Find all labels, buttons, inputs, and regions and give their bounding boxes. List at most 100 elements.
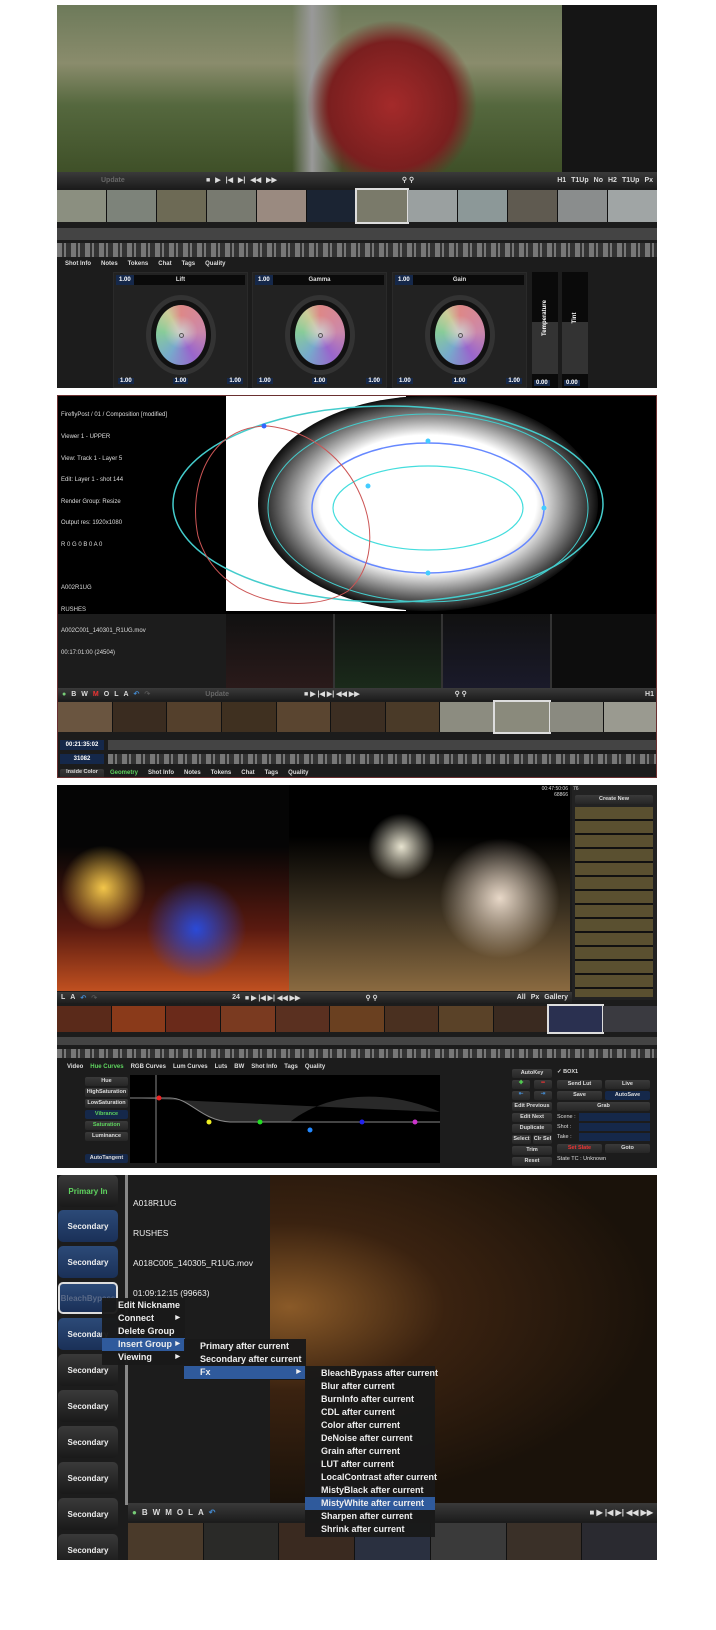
- undo-icon[interactable]: ↶: [80, 994, 86, 1002]
- tab-lum-curves[interactable]: Lum Curves: [173, 1064, 208, 1070]
- inside-color-button[interactable]: Inside Color: [60, 769, 104, 777]
- scene-input[interactable]: [579, 1113, 650, 1121]
- tab-rgb-curves[interactable]: RGB Curves: [131, 1064, 166, 1070]
- edit-next-button[interactable]: Edit Next: [512, 1113, 552, 1122]
- menu-fx-item[interactable]: Blur after current: [305, 1380, 435, 1393]
- o-button[interactable]: O: [104, 691, 109, 698]
- no-dropdown[interactable]: No: [594, 177, 603, 184]
- gain-r[interactable]: 1.00: [397, 378, 413, 384]
- key-left-button[interactable]: ⇤: [512, 1091, 530, 1100]
- menu-primary-after-current[interactable]: Primary after current: [184, 1340, 306, 1353]
- gamma-b[interactable]: 1.00: [366, 378, 382, 384]
- temperature-slider[interactable]: Temperature 0.00: [532, 272, 558, 388]
- a-button[interactable]: A: [198, 1508, 204, 1517]
- save-button[interactable]: Save: [557, 1091, 602, 1100]
- a-button[interactable]: A: [70, 994, 75, 1001]
- clear-selection-button[interactable]: Clr Sel: [533, 1135, 552, 1144]
- tab-tokens[interactable]: Tokens: [211, 770, 232, 776]
- set-slate-button[interactable]: Set Slate: [557, 1144, 602, 1153]
- gamma-r[interactable]: 1.00: [257, 378, 273, 384]
- timeline-scrubber[interactable]: [108, 740, 656, 750]
- curve-hue-button[interactable]: Hue: [85, 1077, 128, 1086]
- menu-fx-item[interactable]: BurnInfo after current: [305, 1393, 435, 1406]
- gain-b[interactable]: 1.00: [506, 378, 522, 384]
- group-primary-in[interactable]: Primary In: [58, 1175, 118, 1207]
- tab-shot-info[interactable]: Shot Info: [65, 261, 91, 267]
- next-button[interactable]: ▶|: [238, 176, 245, 184]
- o-button[interactable]: O: [177, 1508, 183, 1517]
- menu-fx-item[interactable]: Sharpen after current: [305, 1510, 435, 1523]
- m-button[interactable]: M: [93, 691, 99, 698]
- group-secondary[interactable]: Secondary: [58, 1390, 118, 1422]
- lift-master[interactable]: 1.00: [116, 275, 134, 285]
- m-button[interactable]: M: [165, 1508, 172, 1517]
- curve-luminance-button[interactable]: Luminance: [85, 1132, 128, 1141]
- group-secondary[interactable]: Secondary: [58, 1246, 118, 1278]
- a-button[interactable]: A: [123, 691, 128, 698]
- tab-tags[interactable]: Tags: [182, 261, 196, 267]
- menu-secondary-after-current[interactable]: Secondary after current: [184, 1353, 306, 1366]
- h1-dropdown[interactable]: H1: [557, 177, 566, 184]
- w-button[interactable]: W: [153, 1508, 161, 1517]
- tab-luts[interactable]: Luts: [215, 1064, 228, 1070]
- rewind-button[interactable]: ◀◀: [250, 176, 261, 184]
- hue-curve-editor[interactable]: [130, 1075, 440, 1163]
- curve-highsat-button[interactable]: HighSaturation: [85, 1088, 128, 1097]
- gain-master[interactable]: 1.00: [395, 275, 413, 285]
- t1up2-dropdown[interactable]: T1Up: [622, 177, 640, 184]
- select-button[interactable]: Select: [512, 1135, 531, 1144]
- menu-edit-nickname[interactable]: Edit Nickname: [102, 1299, 185, 1312]
- grade-tools-icon[interactable]: ⚲ ⚲: [402, 176, 414, 184]
- gamma-color-wheel[interactable]: [285, 295, 355, 375]
- tab-chat[interactable]: Chat: [158, 261, 171, 267]
- group-secondary[interactable]: Secondary: [58, 1498, 118, 1530]
- send-lut-button[interactable]: Send Lut: [557, 1080, 602, 1089]
- forward-button[interactable]: ▶▶: [266, 176, 277, 184]
- lift-g[interactable]: 1.00: [172, 378, 189, 384]
- lift-color-wheel[interactable]: [146, 295, 216, 375]
- px-dropdown[interactable]: Px: [531, 994, 540, 1001]
- grade-tools-icon[interactable]: ⚲ ⚲: [365, 994, 377, 1002]
- tab-quality[interactable]: Quality: [288, 770, 308, 776]
- menu-fx-item[interactable]: MistyBlack after current: [305, 1484, 435, 1497]
- filmstrip[interactable]: [58, 700, 656, 734]
- remove-key-button[interactable]: ━: [534, 1080, 552, 1089]
- shot-markers[interactable]: [108, 754, 656, 764]
- transport-controls[interactable]: ■ ▶ |◀ ▶| ◀◀ ▶▶: [590, 1508, 654, 1517]
- tab-quality[interactable]: Quality: [205, 261, 225, 267]
- prev-button[interactable]: |◀: [226, 176, 233, 184]
- undo-icon[interactable]: ↶: [134, 690, 140, 698]
- box-checkbox[interactable]: ✓ BOX1: [557, 1069, 578, 1075]
- autosave-button[interactable]: AutoSave: [605, 1091, 650, 1100]
- frame-number[interactable]: 24: [232, 994, 240, 1001]
- tab-tags[interactable]: Tags: [265, 770, 279, 776]
- l-button[interactable]: L: [114, 691, 118, 698]
- split-viewer[interactable]: 00:47:50:06 68866: [57, 785, 570, 991]
- tab-notes[interactable]: Notes: [101, 261, 118, 267]
- tab-bw[interactable]: BW: [234, 1064, 244, 1070]
- edit-previous-button[interactable]: Edit Previous: [512, 1102, 552, 1111]
- tab-shot-info[interactable]: Shot Info: [148, 770, 174, 776]
- tab-hue-curves[interactable]: Hue Curves: [90, 1064, 123, 1070]
- undo-icon[interactable]: ↶: [209, 1508, 216, 1517]
- px-dropdown[interactable]: Px: [644, 177, 653, 184]
- shot-markers[interactable]: [57, 1049, 657, 1058]
- gallery-button[interactable]: Gallery: [544, 994, 568, 1001]
- group-secondary[interactable]: Secondary: [58, 1462, 118, 1494]
- curve-saturation-button[interactable]: Saturation: [85, 1121, 128, 1130]
- filmstrip[interactable]: [57, 1004, 657, 1034]
- trim-button[interactable]: Trim: [512, 1146, 552, 1155]
- shot-input[interactable]: [579, 1123, 650, 1131]
- b-button[interactable]: B: [142, 1508, 148, 1517]
- gamma-g[interactable]: 1.00: [311, 378, 328, 384]
- menu-viewing[interactable]: Viewing ▶: [102, 1351, 185, 1364]
- grade-tools-icon[interactable]: ⚲ ⚲: [455, 690, 467, 698]
- group-secondary[interactable]: Secondary: [58, 1426, 118, 1458]
- color-picker-icon[interactable]: ●: [62, 691, 66, 698]
- tab-shot-info[interactable]: Shot Info: [251, 1064, 277, 1070]
- lift-b[interactable]: 1.00: [227, 378, 243, 384]
- menu-delete-group[interactable]: Delete Group: [102, 1325, 185, 1338]
- tint-slider[interactable]: Tint 0.00: [562, 272, 588, 388]
- redo-icon[interactable]: ↷: [144, 690, 150, 698]
- tab-tokens[interactable]: Tokens: [128, 261, 149, 267]
